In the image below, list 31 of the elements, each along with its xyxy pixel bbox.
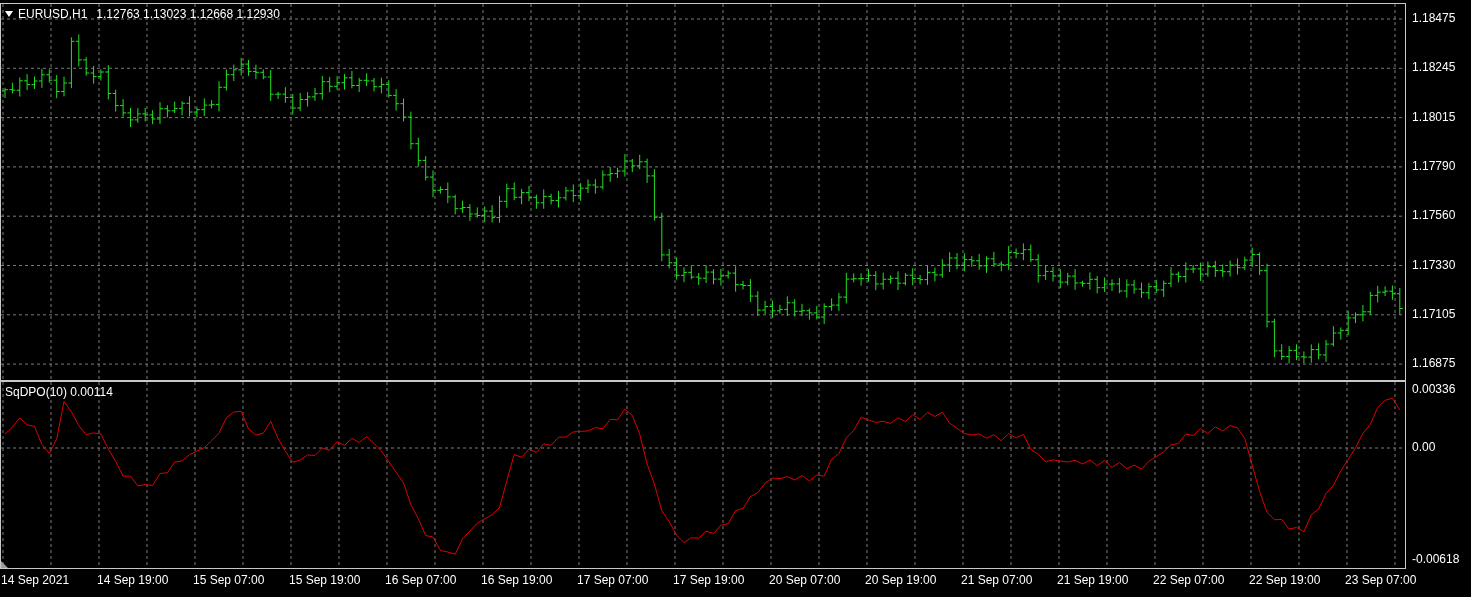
price-tick-label: 1.17330 (1412, 257, 1456, 272)
time-tick-label: 20 Sep 19:00 (865, 573, 937, 587)
dropdown-triangle-icon[interactable] (5, 11, 13, 17)
time-tick-label: 17 Sep 07:00 (577, 573, 649, 587)
time-tick-label: 22 Sep 19:00 (1249, 573, 1321, 587)
price-tick-label: 1.17790 (1412, 158, 1456, 173)
price-tick-label: 1.18475 (1412, 11, 1456, 25)
indicator-tick-label: -0.00618 (1412, 552, 1460, 566)
time-tick-label: 16 Sep 07:00 (385, 573, 457, 587)
price-tick-label: 1.16875 (1412, 356, 1456, 371)
time-tick-label: 23 Sep 07:00 (1345, 573, 1417, 587)
ohlc-values: 1.12763 1.13023 1.12668 1.12930 (96, 7, 280, 21)
price-tick-label: 1.17105 (1412, 306, 1456, 321)
time-tick-label: 15 Sep 07:00 (193, 573, 265, 587)
time-tick-label: 22 Sep 07:00 (1153, 573, 1225, 587)
symbol-label: EURUSD,H1 (18, 7, 88, 21)
time-tick-label: 17 Sep 19:00 (673, 573, 745, 587)
time-tick-label: 16 Sep 19:00 (481, 573, 553, 587)
indicator-tick-label: 0.00336 (1412, 382, 1456, 396)
price-tick-label: 1.17560 (1412, 208, 1456, 223)
price-tick-label: 1.18245 (1412, 60, 1456, 75)
time-tick-label: 15 Sep 19:00 (289, 573, 361, 587)
time-tick-label: 21 Sep 07:00 (961, 573, 1033, 587)
time-tick-label: 20 Sep 07:00 (769, 573, 841, 587)
time-tick-label: 14 Sep 2021 (1, 573, 70, 587)
price-tick-label: 1.18015 (1412, 109, 1456, 124)
time-tick-label: 21 Sep 19:00 (1057, 573, 1129, 587)
shift-marker-icon (1, 561, 8, 568)
indicator-tick-label: 0.00 (1412, 440, 1436, 454)
indicator-label: SqDPO(10) 0.00114 (5, 385, 113, 399)
time-tick-label: 14 Sep 19:00 (97, 573, 169, 587)
